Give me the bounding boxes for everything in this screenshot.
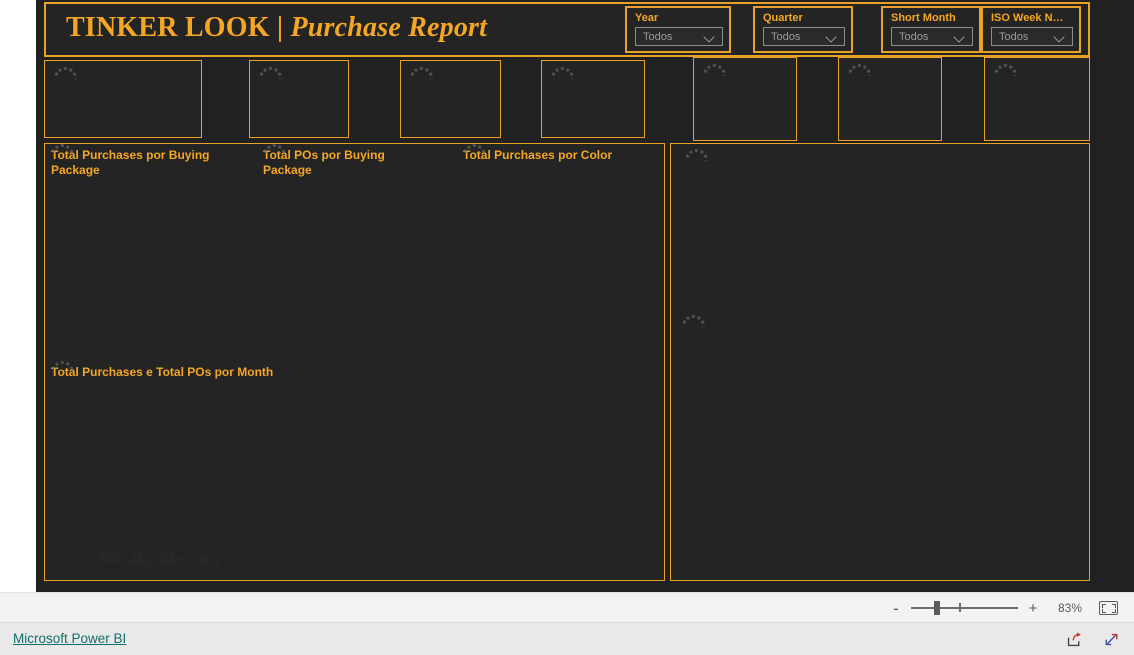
chevron-down-icon — [704, 31, 715, 42]
loading-spinner-icon — [682, 315, 700, 326]
right-visual-panel[interactable] — [670, 143, 1090, 581]
viz-title-total-pos-by-buying-package: Total POs por Buying Package — [263, 148, 385, 177]
loading-spinner-icon — [848, 64, 866, 75]
share-icon[interactable] — [1066, 631, 1083, 648]
loading-spinner-icon — [703, 64, 721, 75]
slicer-year-value: Todos — [643, 30, 673, 43]
kpi-card-6[interactable] — [838, 57, 942, 141]
zoom-slider[interactable] — [911, 601, 1018, 615]
slicer-short-month-dropdown[interactable]: Todos — [891, 27, 973, 46]
slicer-quarter-label: Quarter — [763, 12, 803, 24]
kpi-card-3[interactable] — [400, 60, 501, 138]
chevron-down-icon — [954, 31, 965, 42]
loading-spinner-icon — [54, 67, 72, 78]
zoom-in-button[interactable]: + — [1027, 601, 1039, 616]
loading-spinner-icon — [994, 64, 1012, 75]
zoom-slider-thumb[interactable] — [934, 601, 940, 615]
author-watermark: Tobi-DataDetective — [97, 552, 224, 568]
left-visuals-panel: Total Purchases por Buying Package Total… — [44, 143, 665, 581]
kpi-card-1[interactable] — [44, 60, 202, 138]
viz-title-total-purchases-by-buying-package: Total Purchases por Buying Package — [51, 148, 210, 177]
kpi-card-4[interactable] — [541, 60, 645, 138]
zoom-percentage: 83% — [1057, 601, 1082, 615]
slicer-year-label: Year — [635, 12, 659, 24]
page-title: TINKER LOOK | Purchase Report — [66, 12, 487, 44]
slicer-iso-week-label: ISO Week N… — [991, 12, 1064, 24]
viz-title-total-purchases-and-pos-by-month: Total Purchases e Total POs por Month — [51, 365, 274, 379]
slicer-year[interactable]: Year Todos — [625, 6, 731, 53]
slicer-iso-week-value: Todos — [999, 30, 1029, 43]
slicer-iso-week[interactable]: ISO Week N… Todos — [981, 6, 1081, 53]
slicer-short-month[interactable]: Short Month Todos — [881, 6, 981, 53]
kpi-card-5[interactable] — [693, 57, 797, 141]
report-canvas: TINKER LOOK | Purchase Report Year Todos… — [36, 0, 1134, 592]
zoom-toolbar: - + 83% — [0, 592, 1134, 622]
fullscreen-icon[interactable] — [1103, 631, 1120, 648]
chevron-down-icon — [1054, 31, 1065, 42]
kpi-card-7[interactable] — [984, 57, 1090, 141]
zoom-out-button[interactable]: - — [890, 600, 902, 617]
zoom-slider-tick — [959, 603, 961, 612]
microsoft-power-bi-link[interactable]: Microsoft Power BI — [13, 631, 126, 646]
report-footer: Microsoft Power BI — [0, 622, 1134, 655]
slicer-year-dropdown[interactable]: Todos — [635, 27, 723, 46]
viz-title-total-purchases-by-color: Total Purchases por Color — [463, 148, 613, 162]
slicer-quarter-dropdown[interactable]: Todos — [763, 27, 845, 46]
page-title-emphasis: Purchase Report — [290, 12, 488, 43]
slicer-quarter-value: Todos — [771, 30, 801, 43]
slicer-quarter[interactable]: Quarter Todos — [753, 6, 853, 53]
loading-spinner-icon — [551, 67, 569, 78]
loading-spinner-icon — [259, 67, 277, 78]
power-bi-report-viewer: TINKER LOOK | Purchase Report Year Todos… — [0, 0, 1134, 655]
page-title-main: TINKER LOOK | — [66, 12, 284, 43]
zoom-slider-track — [911, 607, 1018, 609]
loading-spinner-icon — [410, 67, 428, 78]
slicer-short-month-label: Short Month — [891, 12, 956, 24]
slicer-short-month-value: Todos — [899, 30, 929, 43]
fit-to-page-icon[interactable] — [1099, 601, 1118, 615]
kpi-card-2[interactable] — [249, 60, 349, 138]
loading-spinner-icon — [685, 149, 703, 160]
chevron-down-icon — [826, 31, 837, 42]
slicer-iso-week-dropdown[interactable]: Todos — [991, 27, 1073, 46]
